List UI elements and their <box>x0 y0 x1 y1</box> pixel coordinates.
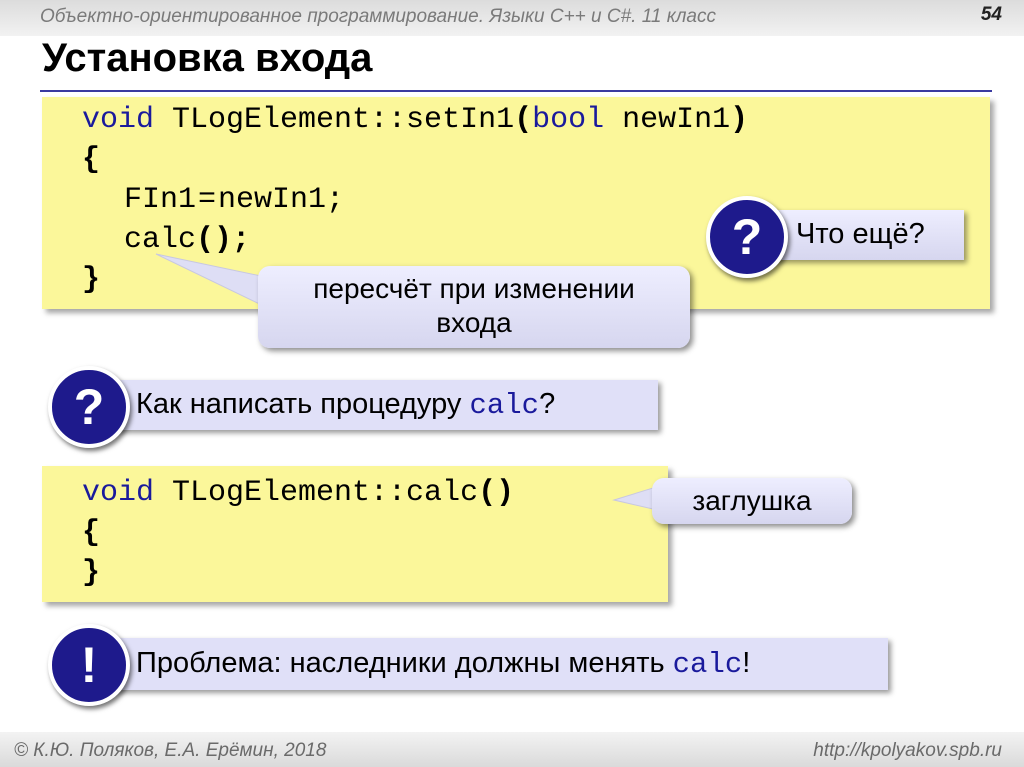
code-line-2: { <box>82 143 101 177</box>
footer-url[interactable]: http://kpolyakov.spb.ru <box>813 740 1002 762</box>
problem-bar: Проблема: наследники должны менять calc! <box>90 638 888 690</box>
question-bar: Как написать процедуру calc? <box>90 380 658 430</box>
callout-stub-text: заглушка <box>692 485 812 516</box>
footer-authors: © К.Ю. Поляков, Е.А. Ерёмин, 2018 <box>14 740 327 761</box>
page-number: 54 <box>980 4 1002 25</box>
exclamation-icon: ! <box>48 624 130 706</box>
callout-stub: заглушка <box>652 478 852 524</box>
question-mark-icon: ? <box>706 196 788 278</box>
question-mark-icon: ? <box>48 366 130 448</box>
header-bar: Объектно-ориентированное программировани… <box>0 0 1024 36</box>
footer-bar: © К.Ю. Поляков, Е.А. Ерёмин, 2018 http:/… <box>0 732 1024 767</box>
slide-title: Установка входа <box>42 36 373 80</box>
callout-recalc-line2: входа <box>436 307 512 338</box>
code-line-1: void TLogElement::setIn1(bool newIn1) <box>82 103 749 137</box>
code-line-1: void TLogElement::calc() <box>82 476 515 510</box>
what-else-text: Что ещё? <box>796 218 925 250</box>
callout-recalc-line1: пересчёт при изменении <box>313 273 635 304</box>
callout-recalc: пересчёт при изменении входа <box>258 266 690 348</box>
course-title: Объектно-ориентированное программировани… <box>40 6 716 27</box>
title-underline <box>40 90 992 92</box>
problem-text: Проблема: наследники должны менять calc! <box>136 647 751 681</box>
code-line-5: } <box>82 263 101 297</box>
code-line-3: FIn1=newIn1; <box>124 183 345 217</box>
code-line-2: { <box>82 516 101 550</box>
code-line-3: } <box>82 556 101 590</box>
question-text: Как написать процедуру calc? <box>136 388 556 422</box>
code-block-calc: void TLogElement::calc() { } <box>42 466 668 602</box>
